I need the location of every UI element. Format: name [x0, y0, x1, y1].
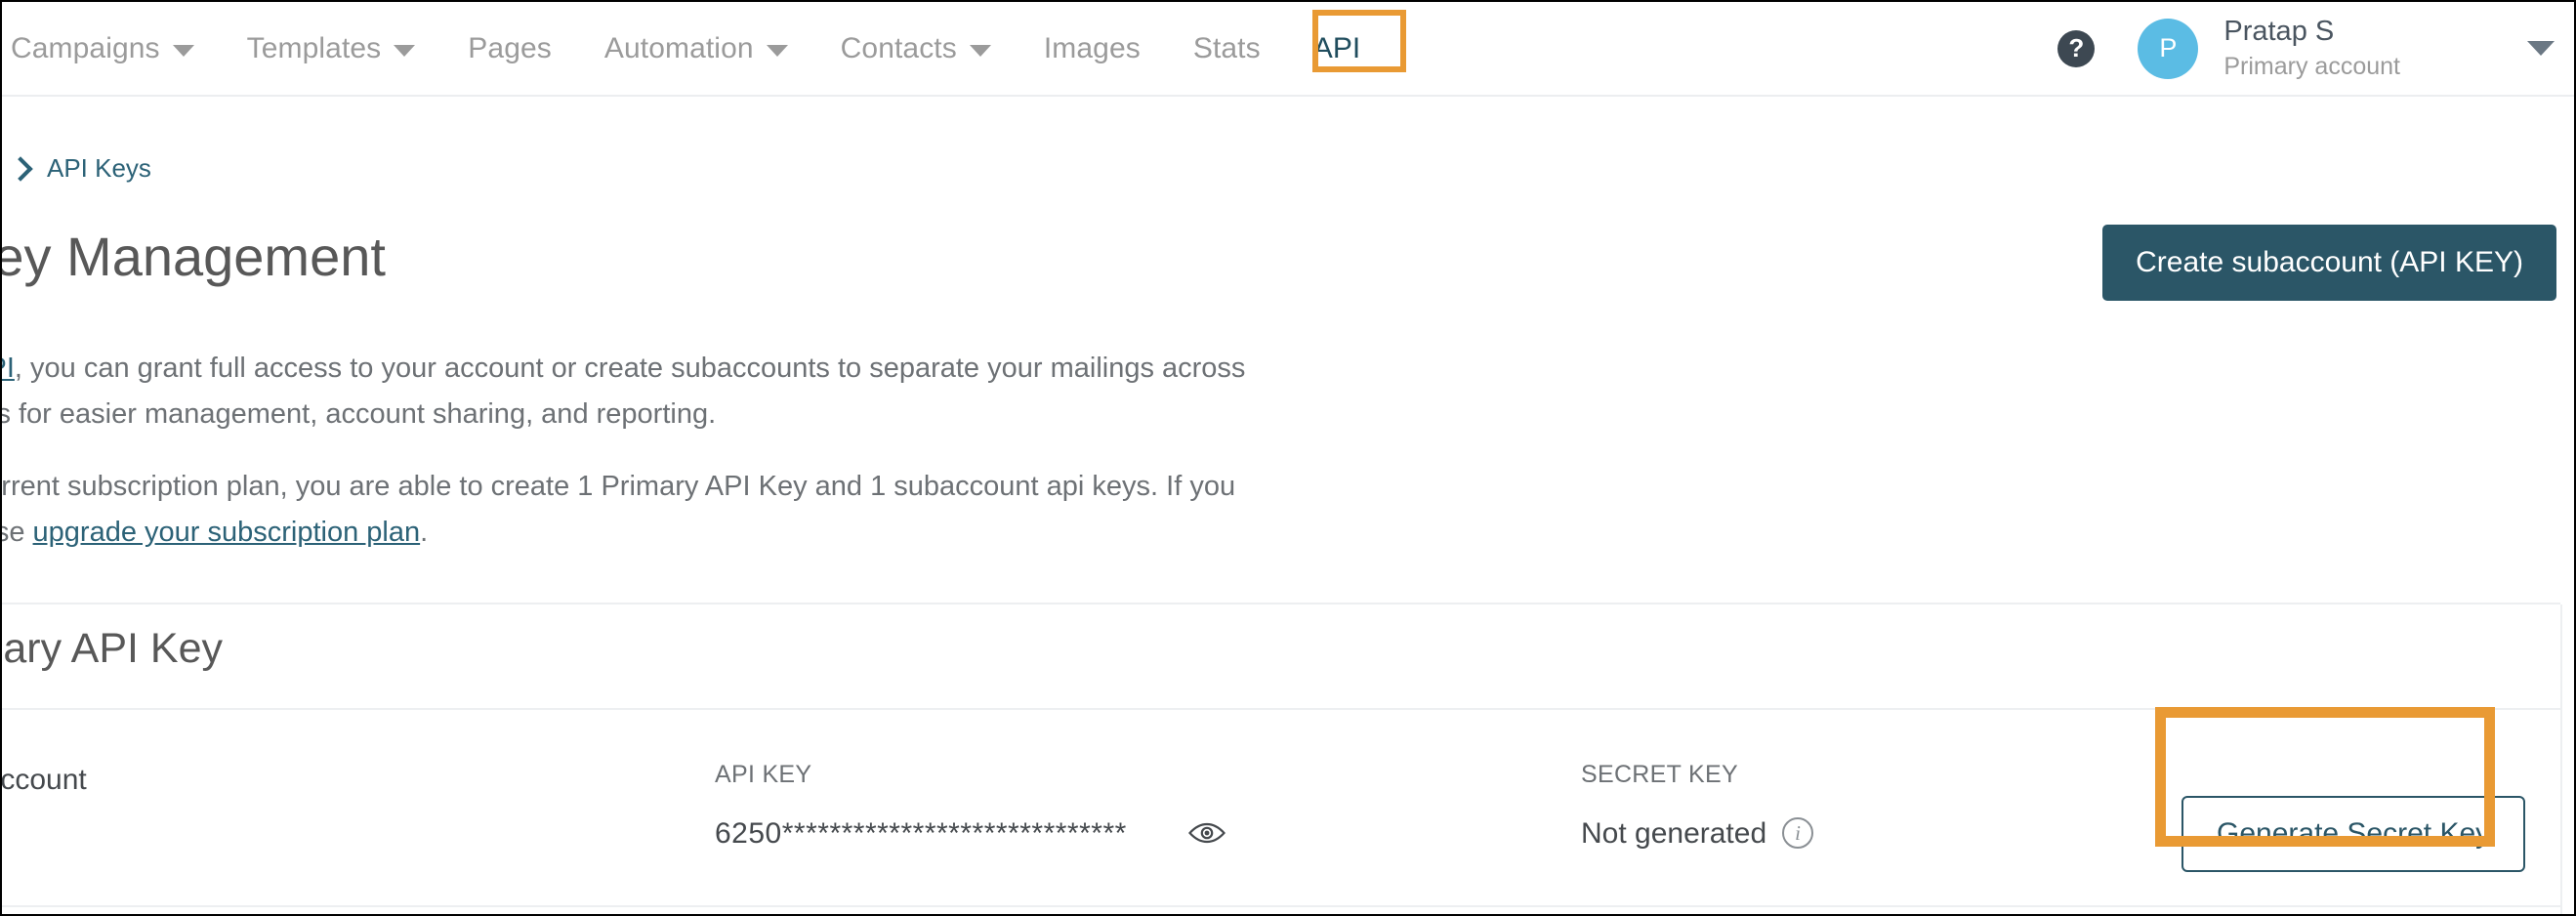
main-nav-items: Campaigns Templates Pages Automation Con… [2, 2, 1388, 95]
mailjet-api-link[interactable]: ailjet's API [2, 353, 15, 384]
upgrade-plan-link[interactable]: upgrade your subscription plan [33, 517, 421, 548]
api-key-management-screen: Campaigns Templates Pages Automation Con… [0, 0, 2576, 916]
breadcrumb: API Keys [8, 153, 151, 184]
nav-item-automation[interactable]: Automation [578, 2, 814, 95]
nav-item-contacts[interactable]: Contacts [814, 2, 1018, 95]
help-icon-glyph: ? [2068, 33, 2085, 62]
chevron-down-icon [394, 44, 416, 57]
column-header-secret-key: SECRET KEY [1581, 761, 1738, 788]
table-header-divider [2, 708, 2560, 710]
chevron-down-icon [969, 44, 991, 57]
nav-item-label: Automation [603, 31, 754, 64]
nav-item-campaigns[interactable]: Campaigns [2, 2, 221, 95]
account-menu-chevron-down-icon[interactable] [2527, 41, 2555, 56]
avatar[interactable]: P [2138, 18, 2199, 79]
account-subtitle: Primary account [2223, 53, 2400, 81]
section-title-primary-api-key: imary API Key [2, 625, 224, 672]
avatar-initial: P [2159, 33, 2178, 62]
nav-item-label: Pages [468, 31, 552, 64]
breadcrumb-item-api-keys[interactable]: API Keys [47, 153, 151, 184]
description-p1-rest: , you can grant full access to your acco… [14, 353, 1246, 384]
nav-item-pages[interactable]: Pages [441, 2, 578, 95]
account-name: Pratap S [2223, 15, 2335, 47]
row-api-key-value: 6250***************************** [715, 817, 1127, 850]
nav-item-images[interactable]: Images [1018, 2, 1167, 95]
info-circle-icon[interactable]: i [1782, 817, 1813, 849]
nav-item-label: API [1312, 31, 1361, 64]
nav-item-templates[interactable]: Templates [221, 2, 442, 95]
account-info[interactable]: Pratap S Primary account [2223, 15, 2400, 81]
page-title: Key Management [2, 226, 386, 287]
nav-item-label: Campaigns [11, 31, 160, 64]
row-account-name: in account [0, 764, 87, 796]
nav-item-stats[interactable]: Stats [1167, 2, 1287, 95]
description-paragraph-1: ailjet's API, you can grant full access … [2, 346, 1545, 437]
nav-item-label: Stats [1192, 31, 1261, 64]
column-header-api-key: API KEY [715, 761, 812, 788]
description-p2-part3: . [420, 516, 429, 548]
description-paragraph-2: n your current subscription plan, you ar… [0, 464, 1545, 556]
chevron-right-icon [8, 155, 33, 182]
chevron-down-icon [172, 44, 194, 57]
row-secret-key-value: Not generated [1581, 817, 1767, 850]
description-text: ailjet's API, you can grant full access … [0, 346, 1545, 582]
nav-item-api[interactable]: API [1287, 2, 1388, 95]
table-right-rule [2560, 604, 2562, 914]
description-p2-part1: n your current subscription plan, you ar… [0, 470, 1236, 502]
nav-item-label: Images [1043, 31, 1141, 64]
description-p1-line2: t API keys for easier management, accoun… [2, 397, 717, 430]
description-p2-part2: ore, please [2, 516, 25, 548]
section-divider-top [2, 603, 2560, 604]
section-divider-bottom [2, 905, 2560, 907]
nav-item-label: Templates [246, 31, 382, 64]
top-navigation-bar: Campaigns Templates Pages Automation Con… [2, 2, 2574, 97]
eye-icon[interactable] [1187, 821, 1226, 850]
create-subaccount-button[interactable]: Create subaccount (API KEY) [2102, 225, 2556, 301]
nav-item-label: Contacts [840, 31, 957, 64]
help-icon[interactable]: ? [2057, 29, 2096, 67]
table-row: in account API KEY 6250*****************… [2, 729, 2560, 903]
nav-right-cluster: ? P Pratap S Primary account [2057, 2, 2555, 95]
chevron-down-icon [766, 44, 788, 57]
generate-secret-key-button[interactable]: Generate Secret Key [2181, 796, 2526, 872]
